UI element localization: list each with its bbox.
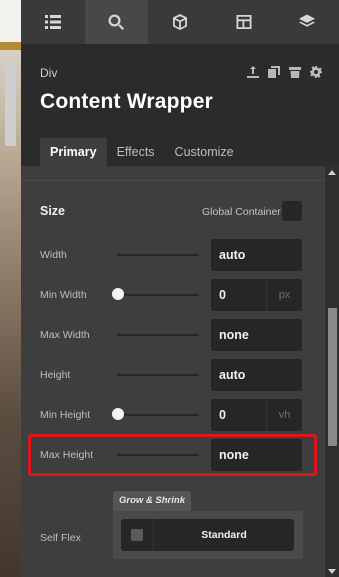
list-icon — [44, 15, 61, 29]
cube-icon — [172, 14, 187, 30]
page-background — [0, 0, 21, 577]
grow-shrink-tab[interactable]: Grow & Shrink — [113, 491, 191, 511]
max-width-input[interactable]: none — [211, 319, 302, 351]
height-input[interactable]: auto — [211, 359, 302, 391]
scroll-up-arrow-icon[interactable] — [328, 170, 336, 175]
self-flex-select[interactable]: Standard — [121, 519, 294, 551]
element-title[interactable]: Content Wrapper — [40, 90, 213, 114]
min-width-slider[interactable] — [117, 294, 199, 296]
sub-tabs: Primary Effects Customize — [40, 138, 244, 166]
height-label: Height — [40, 369, 71, 381]
self-flex-label: Self Flex — [40, 532, 81, 544]
move-up-icon — [246, 65, 259, 78]
tab-customize[interactable]: Customize — [165, 138, 244, 166]
min-width-input[interactable]: 0 px — [211, 279, 302, 311]
width-label: Width — [40, 249, 67, 261]
self-flex-control: Standard — [113, 511, 303, 559]
min-height-row: Min Height 0 vh — [21, 399, 325, 431]
self-flex-checkbox[interactable] — [131, 529, 143, 541]
move-up-button[interactable] — [246, 65, 259, 78]
tab-primary[interactable]: Primary — [40, 138, 107, 166]
min-height-value: 0 — [219, 408, 226, 422]
min-height-label: Min Height — [40, 409, 91, 421]
tab-layers[interactable] — [275, 0, 339, 44]
page-scrollbar-thumb[interactable] — [5, 62, 16, 146]
width-value: auto — [219, 248, 246, 262]
delete-icon — [288, 66, 301, 78]
panel-scrollbar-thumb[interactable] — [328, 308, 337, 446]
min-width-label: Min Width — [40, 289, 87, 301]
settings-button[interactable] — [309, 65, 322, 78]
min-height-input[interactable]: 0 vh — [211, 399, 302, 431]
global-container-label: Global Container — [202, 206, 281, 218]
min-width-value: 0 — [219, 288, 226, 302]
section-title: Size — [40, 204, 66, 218]
min-height-slider-knob[interactable] — [112, 408, 124, 420]
height-row: Height auto — [21, 359, 325, 391]
tab-templates[interactable] — [212, 0, 276, 44]
element-actions — [246, 65, 322, 78]
max-width-slider[interactable] — [117, 334, 199, 336]
page-header-area — [0, 0, 21, 48]
min-height-unit[interactable]: vh — [266, 399, 302, 431]
search-icon — [108, 14, 125, 30]
width-slider[interactable] — [117, 254, 199, 256]
tab-effects[interactable]: Effects — [107, 138, 165, 166]
max-width-label: Max Width — [40, 329, 90, 341]
max-width-row: Max Width none — [21, 319, 325, 351]
tab-structure[interactable] — [21, 0, 85, 44]
duplicate-button[interactable] — [267, 65, 280, 78]
min-width-unit[interactable]: px — [266, 279, 302, 311]
layout-icon — [236, 15, 252, 29]
layers-icon — [299, 14, 316, 27]
size-section: Size Global Container Width auto Min Wid… — [21, 166, 325, 577]
panel-icon-tabs — [21, 0, 339, 44]
tab-search[interactable] — [84, 0, 149, 44]
element-header: Div Content Wrapper Primary Effects Cust… — [21, 44, 339, 166]
settings-icon — [309, 65, 322, 78]
max-height-highlight — [28, 434, 317, 476]
max-width-value: none — [219, 328, 249, 342]
min-width-row: Min Width 0 px — [21, 279, 325, 311]
self-flex-value: Standard — [201, 529, 247, 541]
section-divider — [21, 180, 325, 181]
properties-panel: Div Content Wrapper Primary Effects Cust… — [21, 0, 339, 577]
global-container-checkbox[interactable] — [282, 201, 302, 221]
panel-scrollbar[interactable] — [325, 166, 339, 577]
min-width-slider-knob[interactable] — [112, 288, 124, 300]
page-accent-bar — [0, 42, 21, 50]
height-slider[interactable] — [117, 374, 199, 376]
delete-button[interactable] — [288, 65, 301, 78]
width-row: Width auto — [21, 239, 325, 271]
height-value: auto — [219, 368, 246, 382]
element-type-label: Div — [40, 66, 58, 80]
tab-components[interactable] — [148, 0, 212, 44]
scroll-down-arrow-icon[interactable] — [328, 569, 336, 574]
duplicate-icon — [267, 65, 280, 78]
width-input[interactable]: auto — [211, 239, 302, 271]
min-height-slider[interactable] — [117, 414, 199, 416]
